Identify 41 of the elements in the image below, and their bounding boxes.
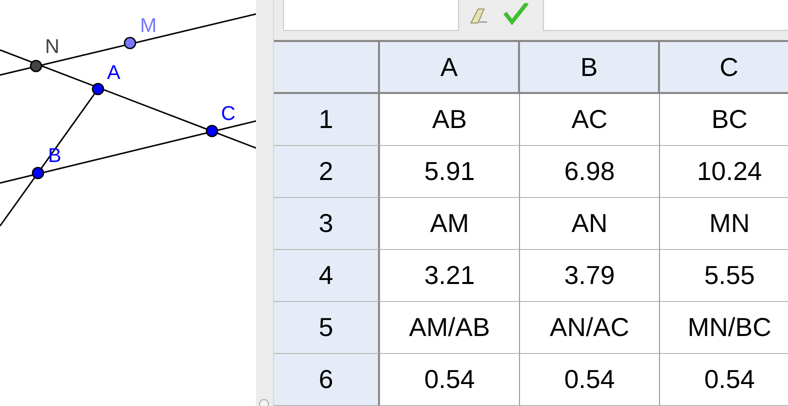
- table-cell[interactable]: 0.54: [380, 354, 520, 406]
- table-cell[interactable]: 5.91: [380, 146, 520, 198]
- point[interactable]: [124, 36, 136, 50]
- point[interactable]: [30, 60, 42, 72]
- point[interactable]: [92, 82, 104, 96]
- input-field[interactable]: [543, 0, 788, 31]
- row-header[interactable]: 2: [274, 146, 380, 198]
- check-icon[interactable]: [503, 3, 529, 25]
- table-cell[interactable]: AB: [380, 94, 520, 146]
- row-header[interactable]: 5: [274, 302, 380, 354]
- point[interactable]: [32, 166, 44, 180]
- table-cell[interactable]: 0.54: [660, 354, 788, 406]
- table-cell[interactable]: 10.24: [660, 146, 788, 198]
- point-label: M: [140, 15, 157, 37]
- point-label: C: [221, 103, 236, 125]
- table-cell[interactable]: AM/AB: [380, 302, 520, 354]
- row-header[interactable]: 4: [274, 250, 380, 302]
- row-header[interactable]: 1: [274, 94, 380, 146]
- cell-name-field[interactable]: [283, 0, 459, 31]
- table-cell[interactable]: MN: [660, 198, 788, 250]
- table-cell[interactable]: AN/AC: [520, 302, 660, 354]
- table-cell[interactable]: BC: [660, 94, 788, 146]
- table-cell[interactable]: 0.54: [520, 354, 660, 406]
- table-cell[interactable]: 6.98: [520, 146, 660, 198]
- table-cell[interactable]: AM: [380, 198, 520, 250]
- resize-handle[interactable]: [259, 399, 269, 406]
- table-cell[interactable]: AC: [520, 94, 660, 146]
- table-cell[interactable]: AN: [520, 198, 660, 250]
- row-header[interactable]: 3: [274, 198, 380, 250]
- table-cell[interactable]: MN/BC: [660, 302, 788, 354]
- point-label: B: [48, 145, 62, 167]
- point-label: A: [107, 62, 120, 84]
- point[interactable]: [206, 124, 218, 138]
- column-header[interactable]: A: [380, 42, 520, 94]
- table-cell[interactable]: 5.55: [660, 250, 788, 302]
- table-cell[interactable]: 3.21: [380, 250, 520, 302]
- point-label: N: [45, 36, 60, 58]
- column-header[interactable]: B: [520, 42, 660, 94]
- table-cell[interactable]: 3.79: [520, 250, 660, 302]
- row-header[interactable]: 6: [274, 354, 380, 406]
- column-header[interactable]: C: [660, 42, 788, 94]
